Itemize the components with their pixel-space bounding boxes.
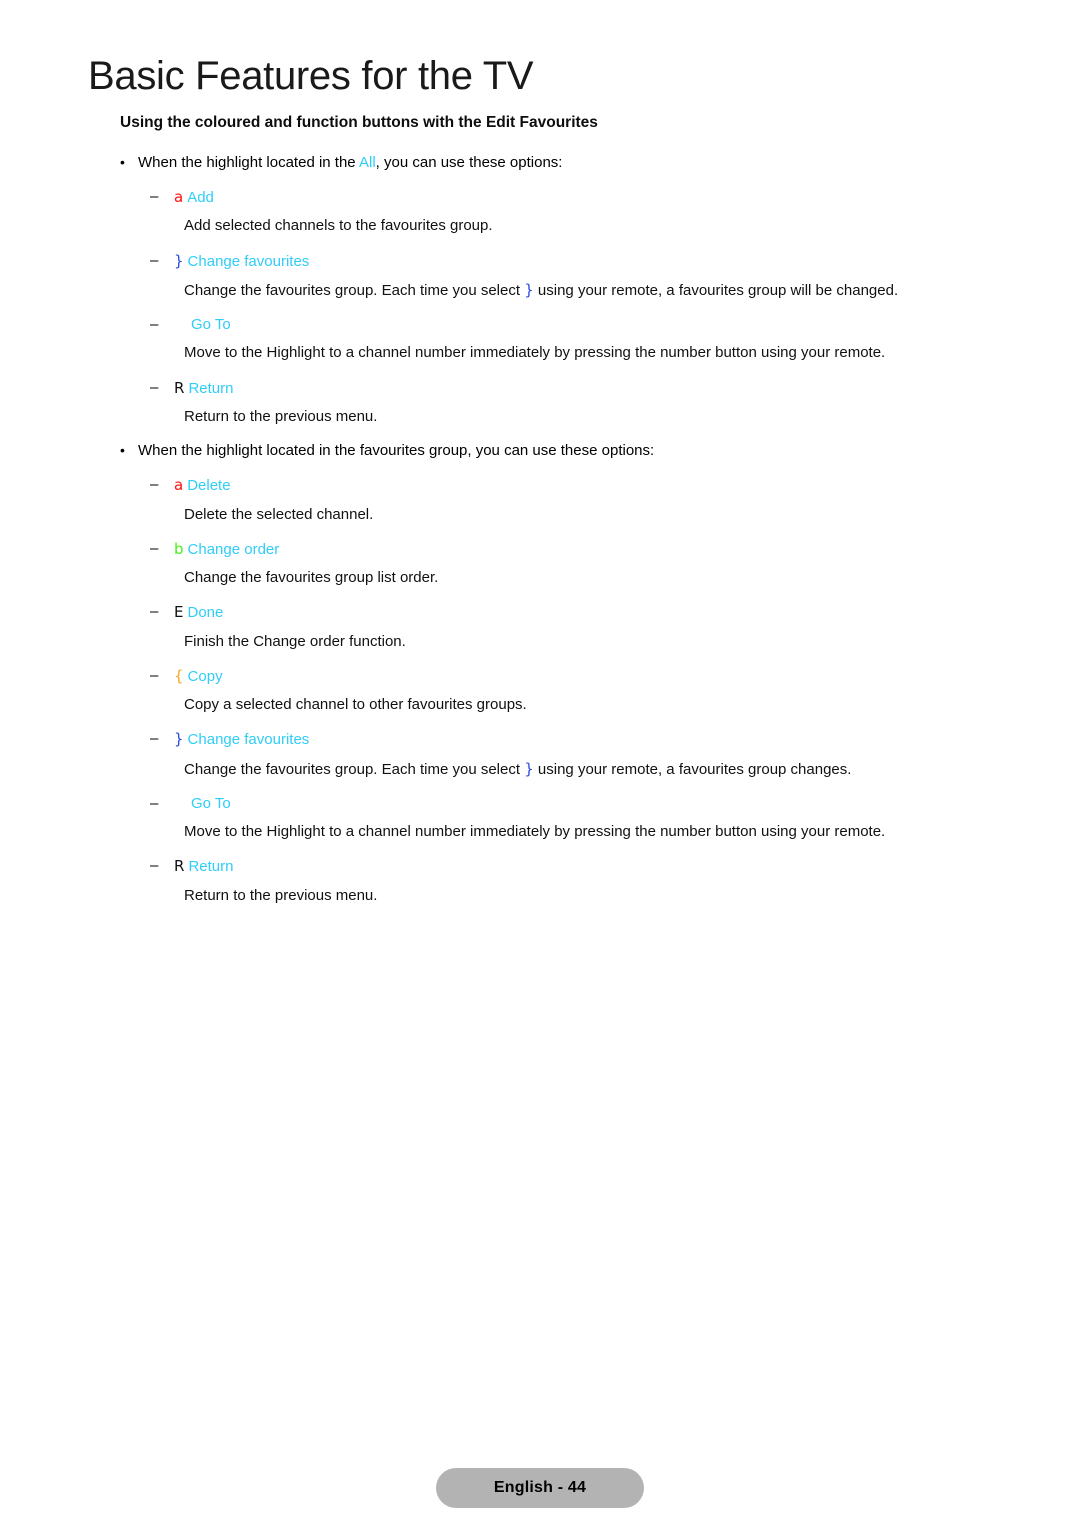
option-name: Go To	[191, 794, 231, 812]
option-key-label: Go To	[174, 315, 1000, 335]
option-item: – Go To	[150, 315, 1000, 335]
option-key-label: Go To	[174, 794, 1000, 814]
option-name: Change favourites	[187, 731, 310, 749]
option-description: Change the favourites group list order.	[184, 569, 439, 587]
option-name: Add	[187, 189, 214, 207]
dash-icon: –	[150, 794, 159, 812]
page-content: Basic Features for the TV Using the colo…	[88, 54, 1000, 920]
option-item: – a Delete	[150, 475, 1000, 496]
option-description: Finish the Change order function.	[184, 632, 406, 650]
option-name: Done	[187, 604, 224, 622]
page-footer: English - 44	[0, 1468, 1080, 1508]
remote-button-red-icon: a	[174, 188, 184, 207]
remote-button-orange-icon: {	[174, 666, 184, 685]
option-description: Return to the previous menu.	[184, 407, 378, 425]
option-description: Change the favourites group. Each time y…	[184, 280, 1000, 301]
option-description: Return to the previous menu.	[184, 886, 378, 904]
option-name: Change favourites	[187, 252, 310, 270]
option-key-label: R Return	[174, 856, 1000, 877]
dash-icon: –	[150, 603, 159, 621]
description-prefix: Change the favourites group. Each time y…	[184, 281, 525, 299]
bullet-text-suffix: , you can use these options:	[375, 153, 563, 171]
option-name: Return	[188, 858, 234, 876]
option-key-label: b Change order	[174, 539, 1000, 560]
bullet-item-text: When the highlight located in the favour…	[138, 441, 1000, 461]
remote-button-blue-icon: }	[174, 730, 184, 749]
remote-button-blue-icon: }	[174, 251, 184, 270]
remote-button-black-icon: R	[174, 857, 185, 876]
remote-button-blue-icon: }	[524, 759, 534, 778]
bullet-item-text: When the highlight located in the All, y…	[138, 153, 1000, 173]
option-key-label: } Change favourites	[174, 729, 1000, 750]
highlighted-term: All	[359, 153, 376, 171]
dash-icon: –	[150, 539, 159, 557]
dash-icon: –	[150, 251, 159, 269]
dash-icon: –	[150, 476, 159, 494]
bullet-text-prefix: When the highlight located in the	[138, 153, 359, 171]
dash-icon: –	[150, 316, 159, 334]
dash-icon: –	[150, 188, 159, 206]
option-description: Move to the Highlight to a channel numbe…	[184, 344, 886, 362]
dash-icon: –	[150, 666, 159, 684]
option-item: – a Add	[150, 187, 1000, 208]
option-description: Add selected channels to the favourites …	[184, 217, 493, 235]
option-description: Move to the Highlight to a channel numbe…	[184, 823, 886, 841]
option-item: –{Copy	[150, 666, 1000, 687]
content-groups: • When the highlight located in the All, …	[88, 153, 1000, 906]
bullet-item: • When the highlight located in the favou…	[120, 441, 1000, 461]
document-page: Basic Features for the TV Using the colo…	[0, 0, 1080, 1534]
option-item: – b Change order	[150, 539, 1000, 560]
bullet-point-icon: •	[120, 153, 125, 170]
remote-button-blue-icon: }	[524, 280, 534, 299]
dash-icon: –	[150, 730, 159, 748]
option-name: Return	[188, 379, 234, 397]
option-key-label: {Copy	[174, 666, 1000, 687]
option-key-label: E Done	[174, 602, 1000, 623]
option-name: Copy	[187, 667, 223, 685]
remote-button-red-icon: a	[174, 476, 184, 495]
section-heading: Using the coloured and function buttons …	[120, 113, 598, 131]
dash-icon: –	[150, 857, 159, 875]
option-description: Delete the selected channel.	[184, 505, 374, 523]
description-prefix: Change the favourites group. Each time y…	[184, 760, 525, 778]
bullet-text-prefix: When the highlight located in the favour…	[138, 442, 655, 460]
option-name: Go To	[191, 316, 231, 334]
bullet-point-icon: •	[120, 442, 125, 459]
description-suffix: using your remote, a favourites group ch…	[533, 760, 852, 778]
page-title: Basic Features for the TV	[88, 54, 534, 98]
remote-button-black-icon: R	[174, 378, 185, 397]
dash-icon: –	[150, 378, 159, 396]
option-description: Change the favourites group. Each time y…	[184, 759, 1000, 780]
option-item: –} Change favourites	[150, 729, 1000, 750]
description-suffix: using your remote, a favourites group wi…	[533, 281, 899, 299]
option-item: – E Done	[150, 602, 1000, 623]
remote-button-green-icon: b	[174, 539, 184, 558]
option-item: – Go To	[150, 794, 1000, 814]
option-key-label: a Add	[174, 187, 1000, 208]
option-name: Change order	[187, 540, 280, 558]
remote-button-black-icon: E	[174, 603, 184, 622]
bullet-item: • When the highlight located in the All, …	[120, 153, 1000, 173]
option-item: –} Change favourites	[150, 251, 1000, 272]
option-name: Delete	[187, 477, 231, 495]
option-key-label: a Delete	[174, 475, 1000, 496]
option-key-label: R Return	[174, 378, 1000, 399]
option-item: – R Return	[150, 856, 1000, 877]
option-key-label: } Change favourites	[174, 251, 1000, 272]
page-number-badge: English - 44	[435, 1468, 645, 1508]
option-description: Copy a selected channel to other favouri…	[184, 696, 527, 714]
option-item: – R Return	[150, 378, 1000, 399]
